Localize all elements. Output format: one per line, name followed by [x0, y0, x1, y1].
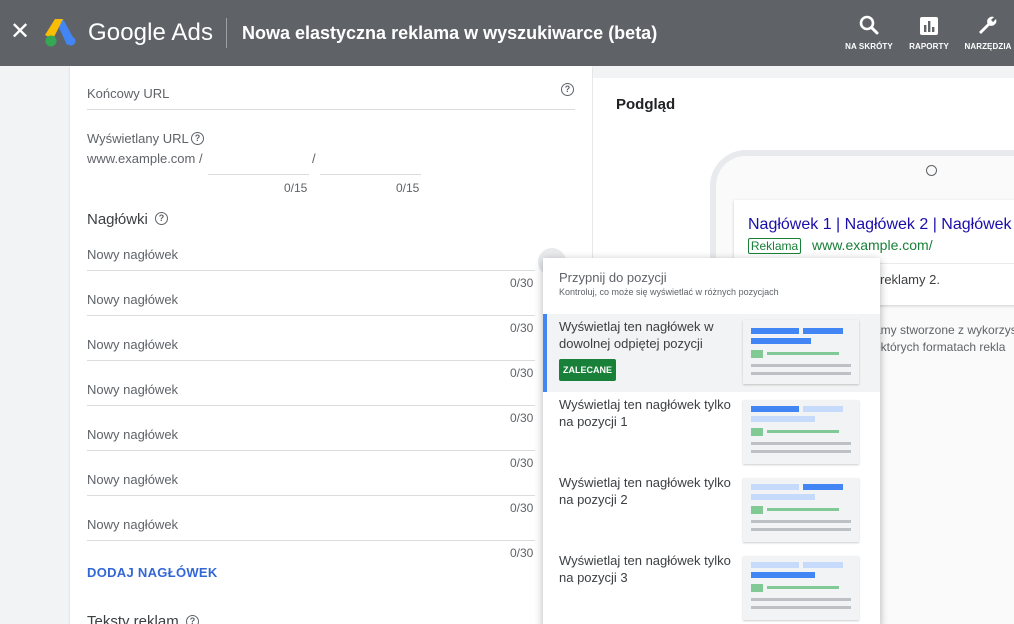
headline-input[interactable]: Nowy nagłówek: [87, 337, 178, 352]
headline-counter: 0/30: [510, 411, 534, 425]
ad-headline: Nagłówek 1 | Nagłówek 2 | Nagłówek: [748, 216, 1012, 233]
headline-underline: [87, 405, 535, 406]
headline-counter: 0/30: [510, 546, 534, 560]
bar-chart-icon: [920, 17, 938, 35]
search-icon: [859, 15, 879, 35]
recommended-badge: ZALECANE: [559, 359, 616, 381]
header-divider: [226, 18, 227, 48]
display-url-domain: www.example.com /: [87, 151, 203, 166]
headline-underline: [87, 495, 535, 496]
preview-note: amy stworzone z wykorzys: [874, 323, 1014, 337]
help-icon[interactable]: ?: [155, 212, 168, 225]
final-url-label: Końcowy URL: [87, 86, 170, 101]
headline-input[interactable]: Nowy nagłówek: [87, 292, 178, 307]
preview-title: Podgląd: [616, 96, 676, 113]
ad-badge: Reklama: [748, 238, 801, 254]
position-thumbnail: [743, 556, 859, 620]
position-thumbnail: [743, 478, 859, 542]
path-2-counter: 0/15: [396, 181, 420, 195]
pin-option-text: Wyświetlaj ten nagłówek tylko na pozycji…: [559, 397, 731, 429]
path-1-counter: 0/15: [284, 181, 308, 195]
wrench-icon: [979, 16, 997, 34]
tool-label: NARZĘDZIA: [964, 42, 1012, 51]
position-thumbnail: [743, 320, 859, 384]
display-path-1-input[interactable]: [208, 174, 309, 175]
headline-input[interactable]: Nowy nagłówek: [87, 472, 178, 487]
display-path-2-input[interactable]: [320, 174, 421, 175]
pin-menu-title: Przypnij do pozycji: [559, 270, 667, 285]
pin-option-text: Wyświetlaj ten nagłówek tylko na pozycji…: [559, 553, 731, 585]
headlines-title: Nagłówki: [87, 211, 148, 228]
google-ads-logo: [45, 19, 76, 47]
display-url-separator: /: [312, 151, 316, 166]
brand-name: Google Ads: [88, 19, 214, 46]
pin-option-position-2[interactable]: Wyświetlaj ten nagłówek tylko na pozycji…: [543, 470, 880, 548]
tool-tools-button[interactable]: NARZĘDZIA: [964, 14, 1012, 51]
pin-option-text: Wyświetlaj ten nagłówek tylko na pozycji…: [559, 475, 731, 507]
pin-option-text: Wyświetlaj ten nagłówek w dowolnej odpię…: [559, 319, 714, 351]
final-url-input[interactable]: [87, 109, 575, 110]
headline-underline: [87, 315, 535, 316]
pin-option-any[interactable]: Wyświetlaj ten nagłówek w dowolnej odpię…: [543, 314, 880, 392]
position-thumbnail: [743, 400, 859, 464]
pin-option-position-1[interactable]: Wyświetlaj ten nagłówek tylko na pozycji…: [543, 392, 880, 470]
headline-underline: [87, 270, 535, 271]
headline-counter: 0/30: [510, 501, 534, 515]
preview-note: ektórych formatach rekla: [874, 340, 1006, 354]
page-title: Nowa elastyczna reklama w wyszukiwarce (…: [242, 23, 658, 43]
add-headline-button[interactable]: DODAJ NAGŁÓWEK: [87, 565, 218, 580]
descriptions-title: Teksty reklam: [87, 613, 179, 624]
tool-label: NA SKRÓTY: [845, 42, 893, 51]
headline-underline: [87, 360, 535, 361]
headline-input[interactable]: Nowy nagłówek: [87, 517, 178, 532]
headline-counter: 0/30: [510, 276, 534, 290]
headline-counter: 0/30: [510, 366, 534, 380]
headline-input[interactable]: Nowy nagłówek: [87, 427, 178, 442]
close-icon[interactable]: ✕: [9, 20, 31, 44]
help-icon[interactable]: ?: [186, 615, 199, 624]
tool-reports-button[interactable]: RAPORTY: [906, 14, 952, 51]
headline-underline: [87, 540, 535, 541]
tool-shortcuts-button[interactable]: NA SKRÓTY: [842, 14, 896, 51]
display-url-label: Wyświetlany URL: [87, 131, 189, 146]
headline-counter: 0/30: [510, 321, 534, 335]
headline-input[interactable]: Nowy nagłówek: [87, 382, 178, 397]
headline-underline: [87, 450, 535, 451]
ad-description: reklamy 2.: [880, 272, 940, 287]
pin-option-position-3[interactable]: Wyświetlaj ten nagłówek tylko na pozycji…: [543, 548, 880, 624]
headline-input[interactable]: Nowy nagłówek: [87, 247, 178, 262]
pin-menu-subtitle: Kontroluj, co może się wyświetlać w różn…: [559, 287, 779, 297]
tool-label: RAPORTY: [909, 42, 949, 51]
phone-camera: [926, 165, 937, 176]
headline-counter: 0/30: [510, 456, 534, 470]
help-icon[interactable]: ?: [191, 132, 204, 145]
ad-url: www.example.com/: [812, 237, 933, 253]
help-icon[interactable]: ?: [561, 83, 574, 96]
